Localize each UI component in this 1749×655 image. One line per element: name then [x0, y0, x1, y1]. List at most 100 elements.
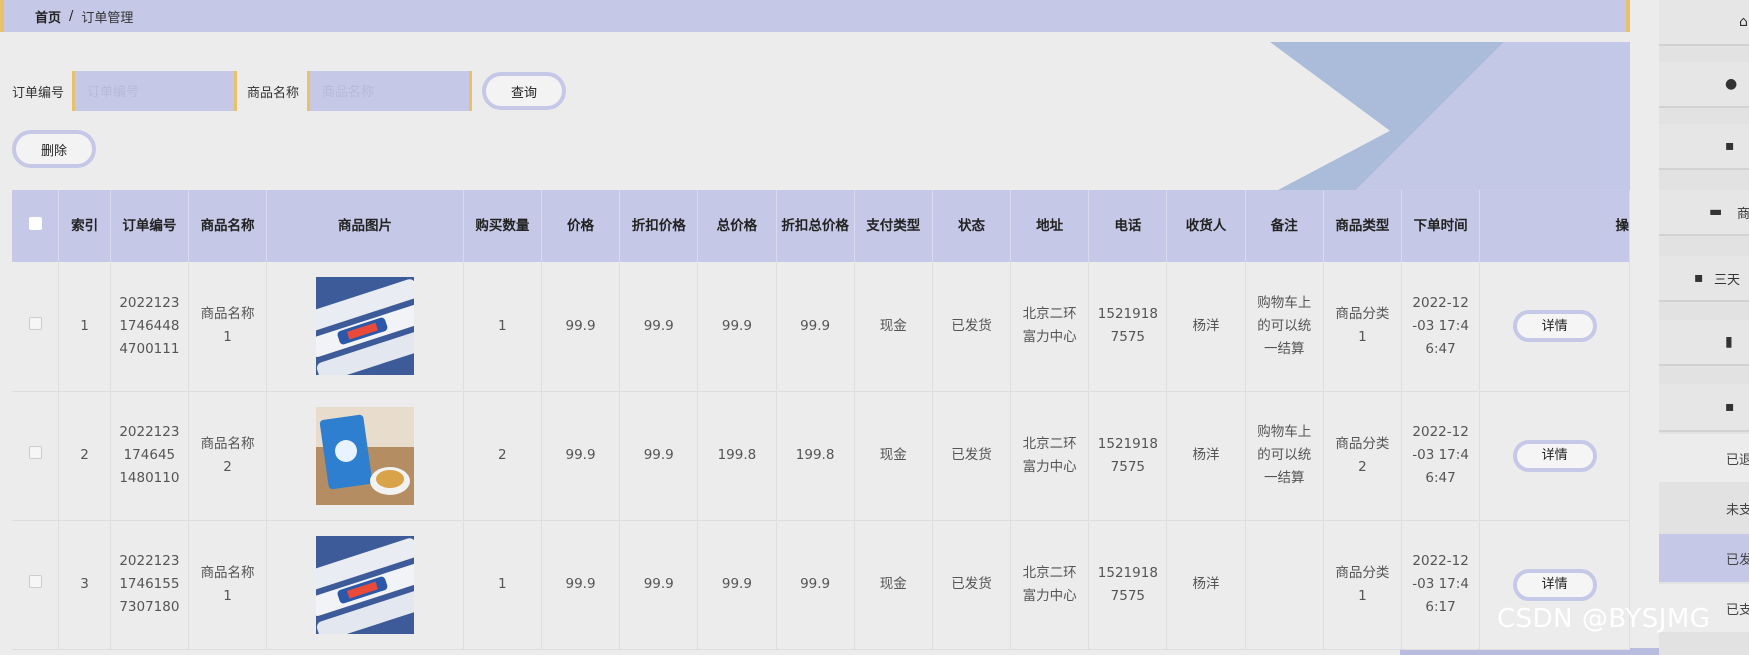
cell-product-name: 商品名称1 [188, 520, 268, 650]
breadcrumb-separator: / [69, 8, 74, 24]
header-discount-total: 折扣总价格 [776, 190, 855, 262]
detail-button[interactable]: 详情 [1512, 568, 1597, 601]
cell-index: 3 [58, 520, 111, 650]
breadcrumb: 首页 / 订单管理 [0, 0, 1630, 32]
detail-button[interactable]: 详情 [1512, 310, 1597, 343]
sidebar-item-order[interactable]: ▪ [1659, 384, 1749, 432]
cell-order-time: 2022-12-03 17:46:47 [1401, 391, 1481, 521]
cell-order-time: 2022-12-03 17:46:17 [1401, 520, 1481, 650]
orders-table: 索引 订单编号 商品名称 商品图片 购买数量 价格 折扣价格 总价格 折扣总价格… [12, 190, 1630, 650]
table-row: 1 20221231746448 4700111 商品名称1 1 99.9 99 [12, 262, 1630, 392]
sidebar-item-label: 商 [1737, 206, 1749, 222]
search-bar: 订单编号 商品名称 查询 [12, 71, 567, 111]
cell-actions: 详情 [1479, 262, 1630, 392]
delete-button[interactable]: 删除 [12, 130, 96, 168]
header-address: 地址 [1010, 190, 1090, 262]
row-checkbox-cell[interactable] [12, 262, 60, 392]
header-discount-price: 折扣价格 [619, 190, 699, 262]
cell-quantity: 1 [463, 262, 542, 392]
cell-product-image [266, 391, 464, 521]
monitor-icon: ▬ [1709, 204, 1723, 220]
cell-pay-type: 现金 [854, 391, 933, 521]
header-price: 价格 [541, 190, 621, 262]
cell-discount-total: 199.8 [776, 391, 855, 521]
cell-address: 北京二环富力中心 [1010, 520, 1090, 650]
cell-receiver: 杨洋 [1166, 391, 1246, 521]
cell-phone: 15219187575 [1088, 262, 1168, 392]
cell-total-price: 99.9 [697, 520, 777, 650]
header-index: 索引 [58, 190, 111, 262]
sidebar-item-product[interactable]: ▬ 商 [1659, 190, 1749, 236]
sidebar-subitem[interactable]: 已退 [1659, 434, 1749, 482]
cell-discount-total: 99.9 [776, 262, 855, 392]
cell-receiver: 杨洋 [1166, 520, 1246, 650]
breadcrumb-home[interactable]: 首页 [35, 7, 61, 26]
cell-remark: 购物车上的可以统一结算 [1245, 391, 1324, 521]
cell-actions: 详情 [1479, 391, 1630, 521]
cell-index: 2 [58, 391, 111, 521]
table-row: 3 20221231746155 7307180 商品名称1 1 99.9 99 [12, 520, 1630, 650]
sidebar-subitem[interactable]: 未支 [1659, 484, 1749, 532]
header-actions: 操 [1479, 190, 1630, 262]
cell-discount-total: 99.9 [776, 520, 855, 650]
header-remark: 备注 [1245, 190, 1324, 262]
cell-receiver: 杨洋 [1166, 262, 1246, 392]
cell-order-time: 2022-12-03 17:46:47 [1401, 262, 1481, 392]
cell-address: 北京二环富力中心 [1010, 262, 1090, 392]
header-order-number: 订单编号 [110, 190, 189, 262]
row-checkbox-cell[interactable] [12, 391, 60, 521]
cell-address: 北京二环富力中心 [1010, 391, 1090, 521]
cell-category: 商品分类1 [1323, 520, 1403, 650]
cell-product-name: 商品名称1 [188, 262, 268, 392]
header-phone: 电话 [1088, 190, 1168, 262]
order-number-label: 订单编号 [12, 85, 65, 101]
select-all-checkbox[interactable] [28, 217, 42, 230]
row-checkbox[interactable] [28, 316, 42, 330]
row-checkbox-cell[interactable] [12, 520, 60, 650]
cell-total-price: 99.9 [697, 262, 777, 392]
grid-icon: ▪ [1694, 270, 1704, 286]
row-checkbox[interactable] [28, 446, 42, 459]
clipboard-icon: ▮ [1725, 334, 1733, 350]
sidebar-item-home[interactable]: ⌂ [1659, 0, 1749, 46]
cell-price: 99.9 [541, 520, 621, 650]
product-name-input[interactable] [307, 71, 473, 111]
cell-remark: 购物车上的可以统一结算 [1245, 262, 1324, 392]
cell-price: 99.9 [541, 391, 621, 521]
order-number-input[interactable] [72, 71, 238, 111]
sidebar-item-user[interactable]: ● [1659, 62, 1749, 108]
sidebar-item-clipboard[interactable]: ▮ [1659, 320, 1749, 366]
cell-discount-price: 99.9 [619, 262, 699, 392]
query-button[interactable]: 查询 [482, 72, 567, 110]
cell-index: 1 [58, 262, 111, 392]
grid-icon: ▪ [1725, 138, 1735, 154]
cell-phone: 15219187575 [1088, 391, 1168, 521]
detail-button[interactable]: 详情 [1512, 439, 1597, 472]
header-select-all[interactable] [12, 190, 60, 262]
sidebar-item-threeday[interactable]: ▪ 三天 [1659, 256, 1749, 302]
cell-product-name: 商品名称2 [188, 391, 268, 521]
cell-total-price: 199.8 [697, 391, 777, 521]
header-pay-type: 支付类型 [854, 190, 933, 262]
row-checkbox[interactable] [28, 575, 42, 588]
cell-phone: 15219187575 [1088, 520, 1168, 650]
cell-discount-price: 99.9 [619, 391, 699, 521]
home-icon: ⌂ [1739, 14, 1748, 30]
product-image [315, 277, 414, 376]
cell-pay-type: 现金 [854, 262, 933, 392]
cell-product-image [266, 262, 464, 392]
sidebar-item-label: 三天 [1714, 272, 1741, 288]
product-name-label: 商品名称 [247, 85, 300, 101]
cell-status: 已发货 [932, 520, 1012, 650]
header-receiver: 收货人 [1166, 190, 1246, 262]
sidebar-subitem-active[interactable]: 已发 [1659, 534, 1749, 582]
cell-remark [1245, 520, 1324, 650]
header-category: 商品类型 [1323, 190, 1403, 262]
table-header-row: 索引 订单编号 商品名称 商品图片 购买数量 价格 折扣价格 总价格 折扣总价格… [12, 190, 1630, 262]
cell-status: 已发货 [932, 391, 1012, 521]
header-status: 状态 [932, 190, 1012, 262]
header-total-price: 总价格 [697, 190, 777, 262]
cell-quantity: 1 [463, 520, 542, 650]
header-quantity: 购买数量 [463, 190, 542, 262]
sidebar-item-grid[interactable]: ▪ [1659, 124, 1749, 170]
